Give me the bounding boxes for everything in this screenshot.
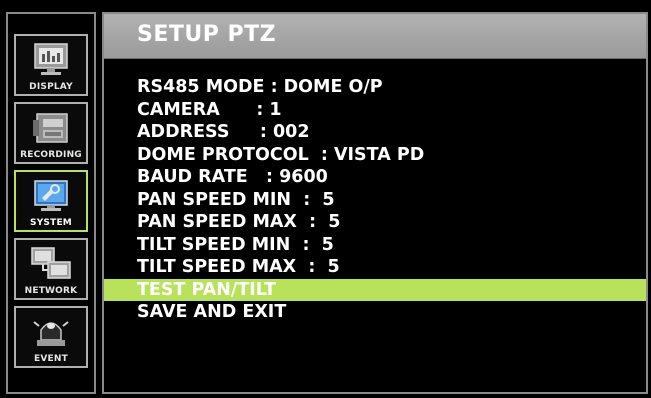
- menu-item-dome-protocol[interactable]: DOME PROTOCOL : VISTA PD: [104, 144, 646, 167]
- menu-item-camera[interactable]: CAMERA : 1: [104, 99, 646, 122]
- sidebar-item-label: NETWORK: [24, 286, 78, 296]
- recorder-icon: [33, 113, 68, 143]
- menu-item-rs485-mode[interactable]: RS485 MODE : DOME O/P: [104, 76, 646, 99]
- setup-panel: SETUP PTZ RS485 MODE : DOME O/P CAMERA :…: [102, 12, 648, 394]
- sidebar-item-event[interactable]: EVENT: [14, 306, 88, 368]
- sidebar-item-display[interactable]: DISPLAY: [14, 34, 88, 96]
- menu-item-tilt-speed-min[interactable]: TILT SPEED MIN : 5: [104, 234, 646, 257]
- page-title: SETUP PTZ: [137, 22, 277, 47]
- monitor-icon: [34, 43, 68, 75]
- menu-item-address[interactable]: ADDRESS : 002: [104, 121, 646, 144]
- alarm-light-icon: [33, 321, 69, 346]
- ptz-settings-menu: RS485 MODE : DOME O/P CAMERA : 1 ADDRESS…: [104, 76, 646, 324]
- system-settings-icon: [34, 180, 68, 211]
- sidebar-item-label: SYSTEM: [30, 218, 72, 228]
- menu-item-pan-speed-min[interactable]: PAN SPEED MIN : 5: [104, 189, 646, 212]
- menu-item-test-pan-tilt[interactable]: TEST PAN/TILT: [104, 278, 646, 301]
- sidebar-item-system[interactable]: SYSTEM: [14, 170, 88, 232]
- dvr-setup-screen: DISPLAY RECORDING SYSTEM NETWORK EVENT S…: [0, 0, 651, 398]
- sidebar-item-label: RECORDING: [20, 150, 82, 160]
- menu-item-pan-speed-max[interactable]: PAN SPEED MAX : 5: [104, 211, 646, 234]
- sidebar-item-recording[interactable]: RECORDING: [14, 102, 88, 164]
- sidebar-item-label: EVENT: [34, 354, 68, 364]
- sidebar: DISPLAY RECORDING SYSTEM NETWORK EVENT: [6, 12, 96, 394]
- menu-item-tilt-speed-max[interactable]: TILT SPEED MAX : 5: [104, 256, 646, 279]
- network-icon: [31, 247, 71, 279]
- menu-item-save-and-exit[interactable]: SAVE AND EXIT: [104, 301, 646, 324]
- panel-header: SETUP PTZ: [104, 14, 646, 59]
- menu-item-baud-rate[interactable]: BAUD RATE : 9600: [104, 166, 646, 189]
- sidebar-item-network[interactable]: NETWORK: [14, 238, 88, 300]
- sidebar-item-label: DISPLAY: [29, 82, 73, 92]
